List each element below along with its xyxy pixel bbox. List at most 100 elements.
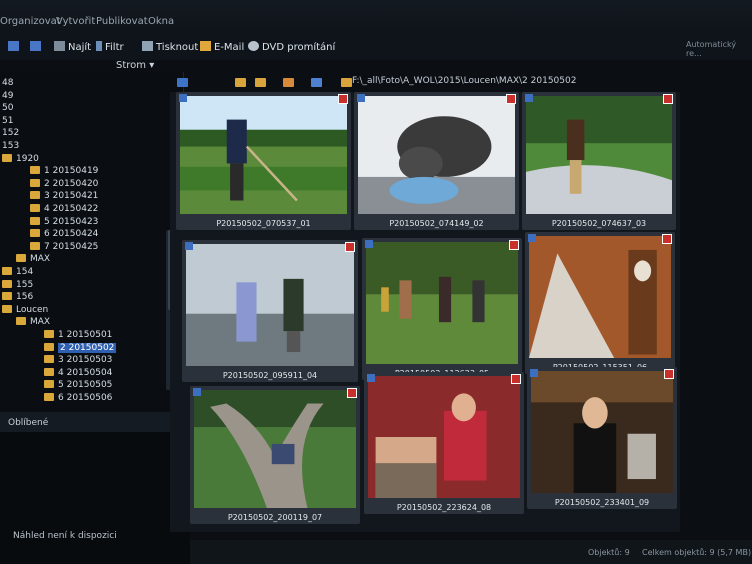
thumbnail-tile[interactable]: P20150502_074637_03 (522, 92, 676, 230)
folder-icon (44, 355, 54, 364)
folder-icon (2, 304, 12, 313)
thumbnail-image[interactable] (368, 376, 520, 498)
folder-icon[interactable] (235, 78, 246, 87)
preview-panel: Náhled není k dispozici (0, 432, 190, 564)
tree-node-label: 6 20150424 (44, 229, 99, 240)
folder-icon (44, 330, 54, 338)
tree-node[interactable]: 7 20150425 (30, 241, 98, 252)
thumbnail-tile[interactable]: P20150502_223624_08 (364, 372, 524, 514)
back-icon[interactable] (177, 78, 188, 87)
tree-node[interactable]: 155 (2, 279, 33, 290)
tree-node[interactable]: 2 20150420 (30, 178, 98, 189)
flag-icon[interactable] (662, 234, 672, 244)
thumbnail-image[interactable] (526, 96, 672, 214)
tree-node[interactable]: 152 (2, 128, 19, 138)
thumbnail-tile[interactable]: P20150502_200119_07 (190, 386, 360, 524)
thumbnail-image[interactable] (529, 236, 671, 358)
dvd-icon (248, 41, 259, 51)
tree-node[interactable]: 1 20150501 (44, 330, 112, 340)
thumbnail-caption: P20150502_070537_01 (216, 219, 311, 228)
nav-icon-1[interactable] (8, 41, 22, 53)
thumbnail-image[interactable] (358, 96, 515, 214)
filter-button[interactable]: Filtr (96, 41, 124, 53)
tree-node-label: MAX (30, 317, 51, 328)
photo-type-icon (179, 94, 187, 102)
tree-node-label: 51 (2, 115, 14, 126)
thumbnail-image[interactable] (366, 242, 518, 364)
flag-icon[interactable] (506, 94, 516, 104)
menu-bar: Organizovat Vytvořit Publikovat Okna (0, 0, 752, 36)
folder-icon (44, 380, 54, 389)
envelope-icon (200, 41, 211, 51)
tree-node[interactable]: 49 (2, 91, 13, 101)
flag-icon[interactable] (345, 242, 355, 252)
tree-node[interactable]: 3 20150503 (44, 355, 112, 365)
thumbnail-grid: P20150502_070537_01 P20150502_074149_02 P2… (170, 92, 680, 532)
flag-icon[interactable] (663, 94, 673, 104)
tree-node[interactable]: 5 20150423 (30, 216, 99, 227)
tree-node[interactable]: Loucen (2, 304, 48, 315)
photo-type-icon (367, 374, 375, 382)
flag-icon[interactable] (664, 369, 674, 379)
folder-icon (30, 241, 40, 250)
photo-type-icon (365, 240, 373, 248)
thumbnail-image[interactable] (186, 244, 354, 366)
menu-organize[interactable]: Organizovat (0, 16, 61, 27)
tree-node[interactable]: MAX (16, 254, 50, 264)
thumbnail-tile[interactable]: P20150502_095911_04 (182, 240, 358, 382)
menu-create[interactable]: Vytvořit (56, 16, 95, 27)
thumbnail-image[interactable] (194, 390, 356, 508)
thumbnail-caption: P20150502_200119_07 (227, 513, 323, 522)
find-button[interactable]: Najít (54, 41, 91, 53)
tree-node[interactable]: 156 (2, 292, 33, 302)
view-icon[interactable] (311, 78, 322, 87)
tree-node[interactable]: 6 20150506 (44, 393, 112, 403)
thumbnail-tile[interactable]: P20150502_112623_05 (362, 238, 522, 380)
total-objects: Celkem objektů: 9 (5,7 MB) (642, 548, 752, 557)
folder-icon (44, 393, 54, 401)
tree-node[interactable]: 48 (2, 78, 13, 88)
tree-node[interactable]: 4 20150504 (44, 367, 112, 378)
tree-node-label: 4 20150422 (44, 204, 99, 214)
preview-text: Náhled není k dispozici (13, 531, 117, 541)
tree-node-label: 5 20150505 (58, 380, 113, 391)
tree-node[interactable]: 1 20150419 (30, 166, 98, 176)
nav-icon-2[interactable] (30, 41, 44, 53)
tree-node[interactable]: 154 (2, 267, 33, 277)
menu-publish[interactable]: Publikovat (96, 16, 148, 27)
thumbnail-image[interactable] (531, 371, 673, 493)
flag-icon[interactable] (511, 374, 521, 384)
tree-node[interactable]: 4 20150422 (30, 204, 98, 214)
flag-icon[interactable] (347, 388, 357, 398)
folder-up-icon[interactable] (255, 78, 266, 87)
current-path[interactable]: F:\_all\Foto\A_WOL\2015\Loucen\MAX\2 201… (352, 76, 576, 86)
flag-icon[interactable] (509, 240, 519, 250)
tree-node-label: 5 20150423 (44, 216, 99, 227)
email-button[interactable]: E-Mail (200, 41, 244, 53)
thumbnail-tile[interactable]: P20150502_115351_06 (525, 232, 675, 374)
tree-node[interactable]: 6 20150424 (30, 229, 98, 239)
thumbnail-tile[interactable]: P20150502_074149_02 (354, 92, 519, 230)
favorites-panel-header[interactable]: Oblíbené (0, 412, 183, 432)
dvd-button[interactable]: DVD promítání (248, 41, 335, 53)
folder-icon (2, 153, 12, 162)
thumbnail-image[interactable] (180, 96, 347, 214)
tree-node[interactable]: 51 (2, 116, 13, 126)
thumbnail-tile[interactable]: P20150502_233401_09 (527, 367, 677, 509)
folder-icon (2, 279, 12, 288)
sort-icon[interactable] (283, 78, 294, 87)
tree-node[interactable]: 1920 (2, 153, 39, 164)
tree-node[interactable]: MAX (16, 317, 50, 327)
tree-node[interactable]: 3 20150421 (30, 191, 98, 201)
tree-node[interactable]: 5 20150505 (44, 380, 112, 390)
photo-type-icon (525, 94, 533, 102)
menu-windows[interactable]: Okna (148, 16, 174, 27)
flag-icon[interactable] (338, 94, 348, 104)
tree-dropdown[interactable]: Strom ▾ (116, 60, 154, 71)
tree-node[interactable]: 153 (2, 141, 19, 151)
printer-icon (142, 41, 153, 51)
print-button[interactable]: Tisknout (142, 41, 198, 53)
thumbnail-tile[interactable]: P20150502_070537_01 (176, 92, 351, 230)
tree-node[interactable]: 2 20150502 (44, 342, 117, 353)
tree-node[interactable]: 50 (2, 103, 13, 113)
